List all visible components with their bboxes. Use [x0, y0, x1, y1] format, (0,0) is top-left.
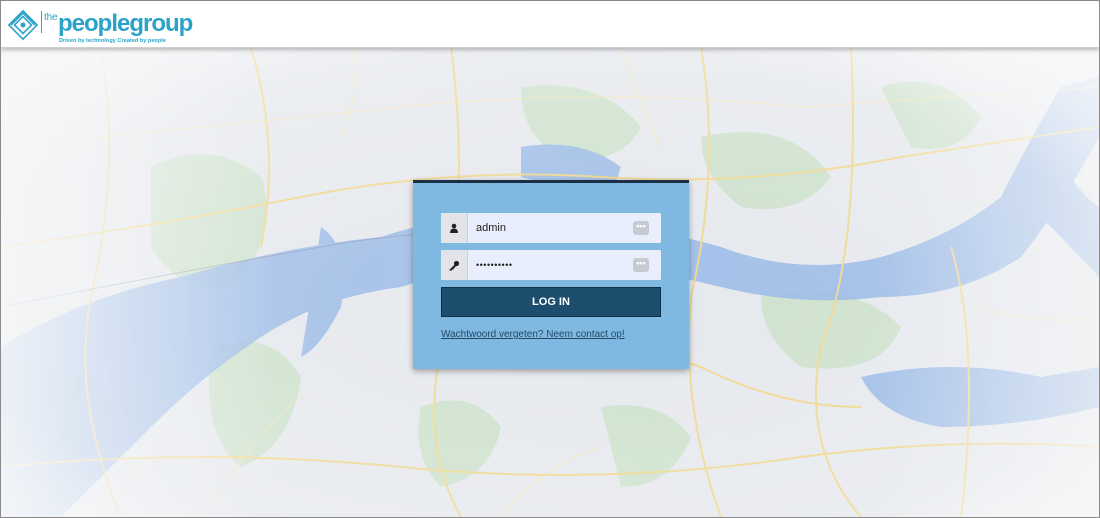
forgot-password-link[interactable]: Wachtwoord vergeten? Neem contact op!: [441, 329, 625, 340]
logo-prefix: the: [44, 12, 58, 23]
logo-wordmark: peoplegroup: [58, 10, 193, 37]
more-dots-icon[interactable]: •••: [633, 221, 649, 235]
key-icon: [441, 250, 468, 280]
company-logo[interactable]: the peoplegroup Driven by technology Cre…: [7, 7, 193, 45]
logo-divider: [41, 11, 42, 33]
login-panel: ••• •••••••••• ••• LOG IN Wachtwoord ver…: [413, 180, 689, 369]
password-field[interactable]: •••••••••• •••: [441, 250, 661, 280]
more-dots-icon[interactable]: •••: [633, 258, 649, 272]
logo-tagline: Driven by technology Created by people: [59, 38, 166, 44]
diamond-logo-icon: [7, 9, 39, 41]
app-window: the peoplegroup Driven by technology Cre…: [0, 0, 1100, 518]
login-button[interactable]: LOG IN: [441, 287, 661, 317]
user-icon: [441, 213, 468, 243]
password-input[interactable]: ••••••••••: [476, 250, 626, 280]
username-input[interactable]: [476, 213, 626, 243]
header-bar: the peoplegroup Driven by technology Cre…: [1, 1, 1099, 48]
username-field[interactable]: •••: [441, 213, 661, 243]
